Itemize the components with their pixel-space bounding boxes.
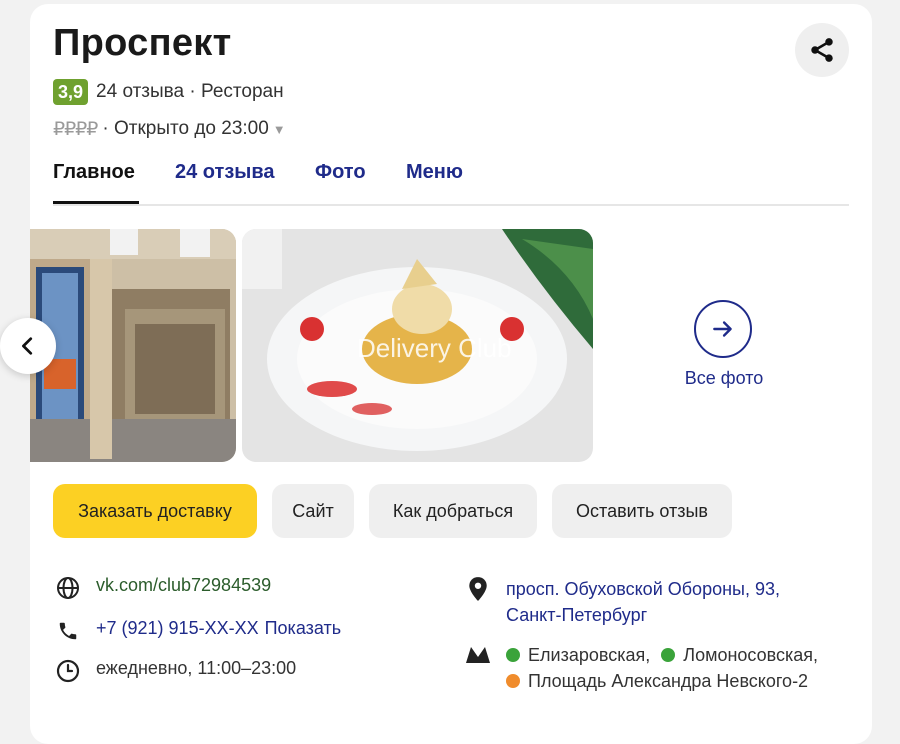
leave-review-button[interactable]: Оставить отзыв xyxy=(552,484,732,538)
tab-bar: Главное 24 отзыва Фото Меню xyxy=(53,158,849,206)
tab-reviews[interactable]: 24 отзыва xyxy=(175,161,275,184)
website-button[interactable]: Сайт xyxy=(272,484,354,538)
metro-line-dot xyxy=(506,648,520,662)
website-row: vk.com/club72984539 xyxy=(55,575,271,601)
tab-main[interactable]: Главное xyxy=(53,161,135,184)
metro-line-dot xyxy=(506,674,520,688)
address-line-2[interactable]: Санкт-Петербург xyxy=(506,602,780,628)
place-title: Проспект xyxy=(53,22,232,64)
globe-icon xyxy=(55,575,81,601)
share-button[interactable] xyxy=(795,23,849,77)
address-row: просп. Обуховской Обороны, 93, Санкт-Пет… xyxy=(465,576,780,628)
metro-station: Ломоносовская, xyxy=(683,645,819,665)
working-hours: ежедневно, 11:00–23:00 xyxy=(96,658,297,678)
open-status: · Открыто до 23:00 xyxy=(102,118,269,139)
phone-row: +7 (921) 915-XX-XX Показать xyxy=(55,618,341,644)
hours-summary[interactable]: ₽₽₽₽ · Открыто до 23:00 ▼ xyxy=(53,116,286,142)
rating-row: 3,9 24 отзыва · Ресторан xyxy=(53,79,284,105)
location-pin-icon xyxy=(465,576,491,602)
arrow-right-icon xyxy=(713,321,732,337)
chevron-left-icon xyxy=(22,337,33,355)
show-phone-link[interactable]: Показать xyxy=(265,618,342,639)
metro-row: Елизаровская, Ломоносовская, Площадь Але… xyxy=(465,642,818,694)
metro-station: Елизаровская, xyxy=(528,645,651,665)
price-level: ₽₽₽₽ xyxy=(53,118,98,140)
tab-photos[interactable]: Фото xyxy=(315,161,366,184)
order-delivery-button[interactable]: Заказать доставку xyxy=(53,484,257,538)
reviews-category[interactable]: 24 отзыва · Ресторан xyxy=(96,81,284,103)
all-photos-link[interactable]: Все фото xyxy=(663,368,785,389)
hours-row: ежедневно, 11:00–23:00 xyxy=(55,658,296,684)
metro-icon xyxy=(465,642,491,668)
photo-building[interactable] xyxy=(30,229,236,462)
photo-dish[interactable]: Delivery Club xyxy=(242,229,593,462)
clock-icon xyxy=(55,658,81,684)
chevron-down-icon: ▼ xyxy=(272,121,286,137)
metro-line-dot xyxy=(661,648,676,662)
directions-button[interactable]: Как добраться xyxy=(369,484,537,538)
website-link[interactable]: vk.com/club72984539 xyxy=(96,575,271,596)
phone-number[interactable]: +7 (921) 915-XX-XX xyxy=(96,618,259,639)
phone-icon xyxy=(55,618,81,644)
metro-station: Площадь Александра Невского-2 xyxy=(528,671,809,691)
photo-watermark: Delivery Club xyxy=(357,333,512,363)
gallery-prev-button[interactable] xyxy=(0,318,56,374)
address-line-1[interactable]: просп. Обуховской Обороны, 93, xyxy=(506,576,780,602)
all-photos-button[interactable] xyxy=(694,300,752,358)
active-tab-indicator xyxy=(53,201,139,204)
tab-menu[interactable]: Меню xyxy=(406,161,463,184)
share-icon xyxy=(811,38,833,62)
rating-badge[interactable]: 3,9 xyxy=(53,79,89,105)
